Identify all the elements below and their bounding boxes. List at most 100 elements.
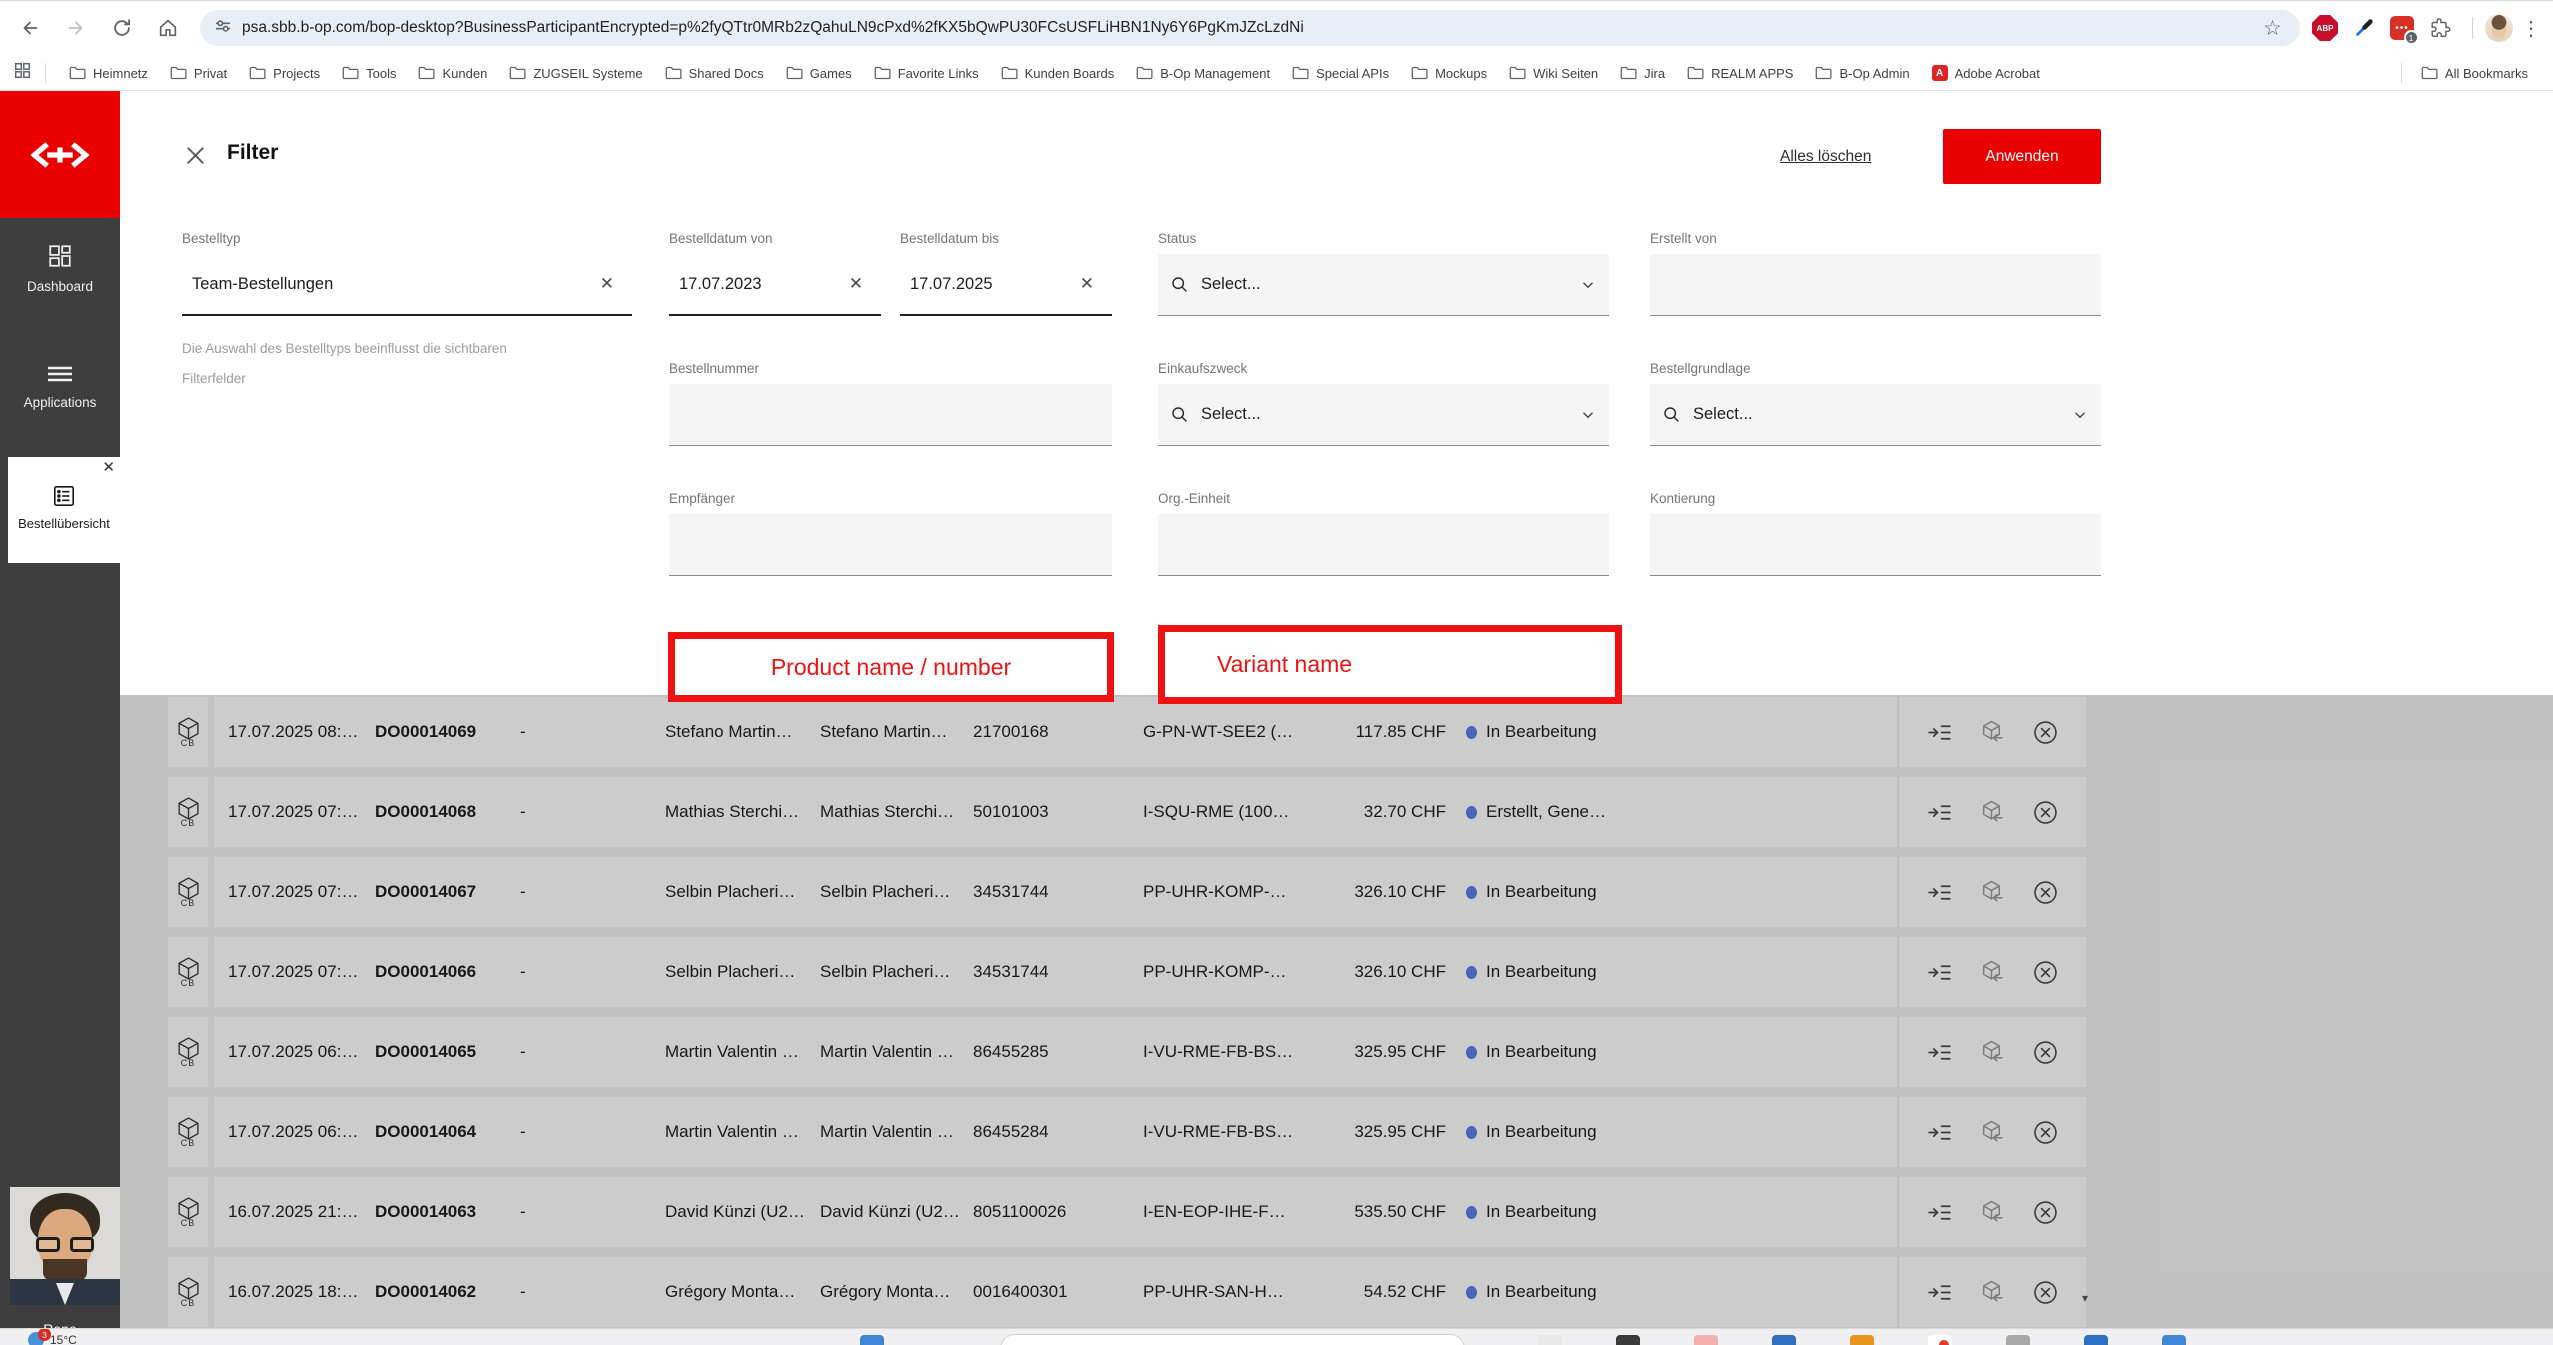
sidebar-user[interactable]: Rene — [0, 1183, 120, 1345]
order-number[interactable]: DO00014065 — [375, 1042, 513, 1062]
goods-receipt-icon[interactable] — [1979, 720, 2004, 745]
bookmark-folder[interactable]: A ZUGSEIL Systeme — [498, 63, 653, 84]
reload-button[interactable] — [102, 8, 142, 48]
sidebar-item-dashboard[interactable]: Dashboard — [0, 243, 120, 296]
table-row[interactable]: CB 17.07.2025 07:… DO00014068 - Mathias … — [168, 777, 2086, 847]
taskbar-icon-edge[interactable] — [2162, 1335, 2186, 1345]
goods-receipt-icon[interactable] — [1979, 960, 2004, 985]
bookmark-folder[interactable]: A Adobe Acrobat — [1921, 62, 2051, 84]
bookmark-folder[interactable]: A Favorite Links — [863, 63, 990, 84]
bookmark-folder[interactable]: A Privat — [159, 63, 238, 84]
assign-order-icon[interactable] — [1927, 1040, 1952, 1065]
table-row[interactable]: CB 17.07.2025 08:… DO00014069 - Stefano … — [168, 697, 2086, 767]
cancel-order-icon[interactable] — [2032, 1199, 2059, 1226]
clear-datum-von-icon[interactable]: ✕ — [841, 274, 871, 294]
table-row[interactable]: CB 16.07.2025 18:… DO00014062 - Grégory … — [168, 1257, 2086, 1327]
kontierung-input[interactable] — [1650, 514, 2101, 576]
assign-order-icon[interactable] — [1927, 880, 1952, 905]
bookmark-folder[interactable]: A Tools — [331, 63, 407, 84]
clear-all-filters-link[interactable]: Alles löschen — [1780, 148, 1871, 166]
status-select[interactable]: Select... — [1158, 254, 1609, 316]
filter-close-icon[interactable] — [183, 143, 208, 173]
browser-menu-icon[interactable]: ⋮ — [2519, 16, 2543, 41]
order-number[interactable]: DO00014064 — [375, 1122, 513, 1142]
org-einheit-input[interactable] — [1158, 514, 1609, 576]
order-number[interactable]: DO00014062 — [375, 1282, 513, 1302]
cancel-order-icon[interactable] — [2032, 799, 2059, 826]
assign-order-icon[interactable] — [1927, 800, 1952, 825]
browser-profile-avatar[interactable] — [2485, 14, 2513, 42]
order-number[interactable]: DO00014069 — [375, 722, 513, 742]
taskbar-icon-office[interactable] — [1850, 1335, 1874, 1345]
assign-order-icon[interactable] — [1927, 1280, 1952, 1305]
bookmark-folder[interactable]: A Games — [775, 63, 863, 84]
taskbar-icon-widgets[interactable] — [860, 1335, 884, 1345]
taskbar-icon-terminal[interactable] — [1616, 1335, 1640, 1345]
cancel-order-icon[interactable] — [2032, 959, 2059, 986]
assign-order-icon[interactable] — [1927, 960, 1952, 985]
cancel-order-icon[interactable] — [2032, 1039, 2059, 1066]
eyedropper-extension-icon[interactable] — [2344, 8, 2384, 48]
bestelltyp-input[interactable]: Team-Bestellungen ✕ — [182, 254, 632, 316]
bookmark-folder[interactable]: A REALM APPS — [1676, 63, 1804, 84]
home-button[interactable] — [148, 8, 188, 48]
scrollbar-down-arrow[interactable]: ▾ — [2082, 1291, 2088, 1305]
taskbar-weather-widget[interactable]: 3 15°C — [28, 1332, 77, 1345]
taskbar-icon-record[interactable] — [1928, 1335, 1952, 1345]
assign-order-icon[interactable] — [1927, 1120, 1952, 1145]
assign-order-icon[interactable] — [1927, 1200, 1952, 1225]
goods-receipt-icon[interactable] — [1979, 800, 2004, 825]
assign-order-icon[interactable] — [1927, 720, 1952, 745]
cancel-order-icon[interactable] — [2032, 1119, 2059, 1146]
back-button[interactable] — [10, 8, 50, 48]
taskbar-icon-teams[interactable] — [2084, 1335, 2108, 1345]
erstellt-von-input[interactable] — [1650, 254, 2101, 316]
bookmark-folder[interactable]: A Heimnetz — [58, 63, 159, 84]
bookmark-folder[interactable]: A Special APIs — [1281, 63, 1400, 84]
bookmark-folder[interactable]: A Jira — [1609, 63, 1676, 84]
url-bar[interactable]: psa.sbb.b-op.com/bop-desktop?BusinessPar… — [200, 10, 2300, 46]
adblock-extension-icon[interactable]: ABP — [2312, 15, 2338, 41]
order-number[interactable]: DO00014068 — [375, 802, 513, 822]
goods-receipt-icon[interactable] — [1979, 880, 2004, 905]
notification-extension-icon[interactable]: ••• 1 — [2390, 16, 2414, 40]
bestellgrundlage-select[interactable]: Select... — [1650, 384, 2101, 446]
bookmark-folder[interactable]: A Kunden — [407, 63, 498, 84]
order-number[interactable]: DO00014066 — [375, 962, 513, 982]
sbb-logo[interactable] — [0, 91, 120, 218]
taskbar-icon-mail[interactable] — [1772, 1335, 1796, 1345]
sidebar-item-applications[interactable]: Applications — [0, 363, 120, 412]
order-number[interactable]: DO00014067 — [375, 882, 513, 902]
bookmark-folder[interactable]: A Mockups — [1400, 63, 1498, 84]
cancel-order-icon[interactable] — [2032, 719, 2059, 746]
clear-bestelltyp-icon[interactable]: ✕ — [592, 274, 622, 294]
apply-filters-button[interactable]: Anwenden — [1943, 129, 2101, 184]
table-row[interactable]: CB 17.07.2025 06:… DO00014065 - Martin V… — [168, 1017, 2086, 1087]
bookmark-folder[interactable]: A Wiki Seiten — [1498, 63, 1609, 84]
bestelldatum-bis-input[interactable]: 17.07.2025 ✕ — [900, 254, 1112, 316]
goods-receipt-icon[interactable] — [1979, 1120, 2004, 1145]
site-settings-icon[interactable] — [214, 17, 232, 40]
bookmark-star-icon[interactable]: ☆ — [2263, 16, 2282, 41]
close-tab-icon[interactable]: ✕ — [102, 460, 115, 475]
order-number[interactable]: DO00014063 — [375, 1202, 513, 1222]
table-row[interactable]: CB 17.07.2025 07:… DO00014066 - Selbin P… — [168, 937, 2086, 1007]
bestelldatum-von-input[interactable]: 17.07.2023 ✕ — [669, 254, 881, 316]
bookmark-folder[interactable]: A B-Op Admin — [1804, 63, 1920, 84]
all-bookmarks-button[interactable]: All Bookmarks — [2410, 63, 2539, 84]
table-row[interactable]: CB 17.07.2025 06:… DO00014064 - Martin V… — [168, 1097, 2086, 1167]
goods-receipt-icon[interactable] — [1979, 1040, 2004, 1065]
bookmark-folder[interactable]: A B-Op Management — [1125, 63, 1281, 84]
sidebar-item-bestelluebersicht[interactable]: ✕ Bestellübersicht — [8, 457, 120, 563]
extensions-puzzle-icon[interactable] — [2420, 8, 2460, 48]
table-row[interactable]: CB 17.07.2025 07:… DO00014067 - Selbin P… — [168, 857, 2086, 927]
taskbar-icon-explorer[interactable] — [1538, 1335, 1562, 1345]
bookmark-folder[interactable]: A Projects — [238, 63, 331, 84]
cancel-order-icon[interactable] — [2032, 879, 2059, 906]
goods-receipt-icon[interactable] — [1979, 1200, 2004, 1225]
apps-grid-icon[interactable] — [14, 62, 31, 84]
taskbar-icon-settings[interactable] — [2006, 1335, 2030, 1345]
empfaenger-input[interactable] — [669, 514, 1112, 576]
forward-button[interactable] — [56, 8, 96, 48]
goods-receipt-icon[interactable] — [1979, 1280, 2004, 1305]
